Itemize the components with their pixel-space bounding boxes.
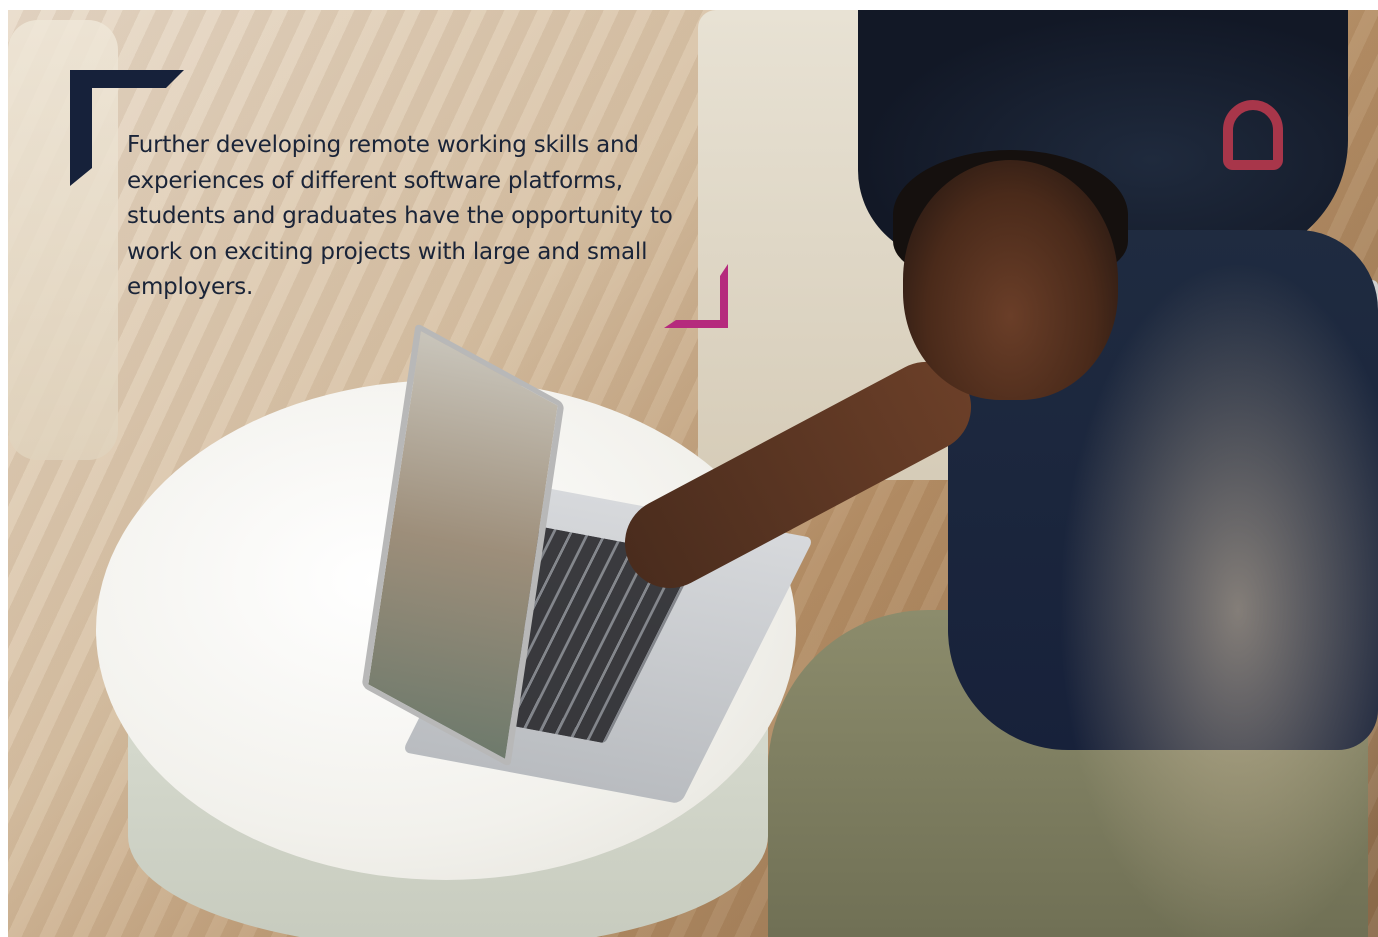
caption-text: Further developing remote working skills… — [127, 132, 673, 300]
foreground-blur — [1058, 260, 1378, 937]
backpack-strap — [1223, 100, 1283, 170]
